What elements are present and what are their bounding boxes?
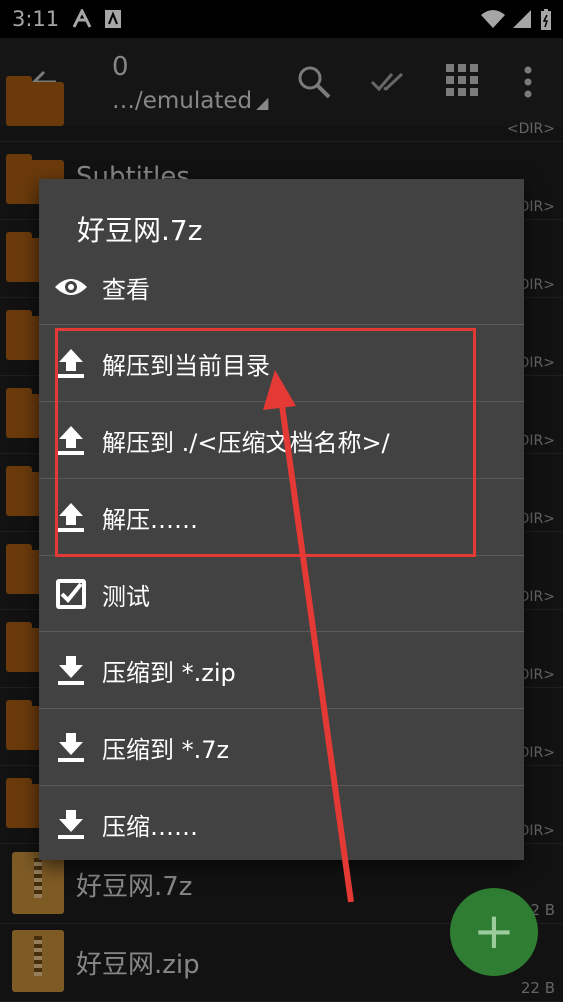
annotation-arrow: [263, 370, 354, 903]
